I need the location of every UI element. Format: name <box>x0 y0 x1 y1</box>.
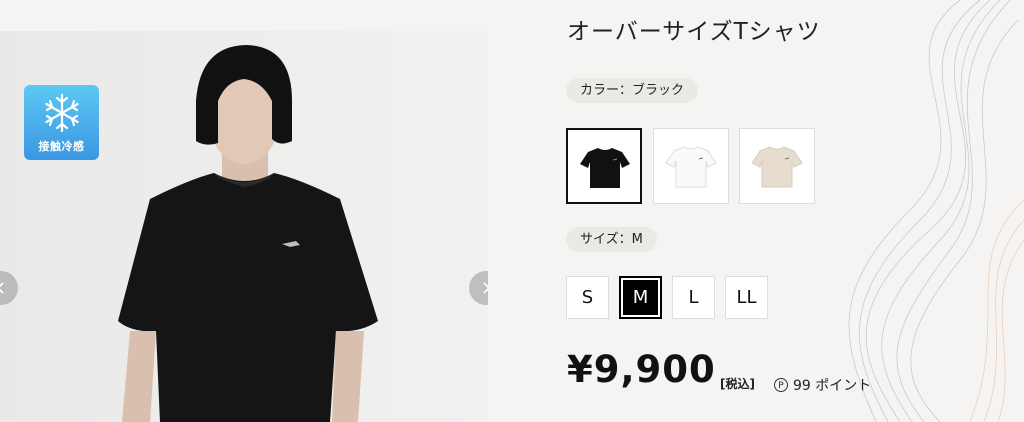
points-icon: P <box>774 378 788 392</box>
product-page: 接触冷感 オーバーサイズTシャツ カラー：ブラック サイズ：M S M L LL… <box>0 0 1024 422</box>
size-option-s[interactable]: S <box>566 276 609 319</box>
cool-touch-label: 接触冷感 <box>38 140 85 153</box>
chevron-right-icon <box>483 282 488 294</box>
size-option-m[interactable]: M <box>619 276 662 319</box>
decorative-waves <box>848 0 1024 422</box>
color-swatch-black[interactable] <box>566 128 642 204</box>
size-option-l[interactable]: L <box>672 276 715 319</box>
color-swatch-white[interactable] <box>653 128 729 204</box>
selected-size-label: サイズ：M <box>566 227 657 252</box>
reward-points: P 99 ポイント <box>774 375 871 395</box>
selected-color-label: カラー：ブラック <box>566 78 699 103</box>
reward-points-text: 99 ポイント <box>793 378 872 394</box>
tax-included-label: [税込] <box>720 377 755 391</box>
snowflake-icon <box>45 93 79 133</box>
product-price: ¥9,900 <box>567 348 716 391</box>
tshirt-beige-thumbnail <box>751 146 803 188</box>
size-option-ll[interactable]: LL <box>725 276 768 319</box>
tshirt-white-thumbnail <box>665 146 717 188</box>
product-image-gallery[interactable]: 接触冷感 <box>0 31 488 422</box>
product-title: オーバーサイズTシャツ <box>567 19 821 45</box>
cool-touch-badge: 接触冷感 <box>24 85 99 160</box>
chevron-left-icon <box>0 282 4 294</box>
color-swatch-beige[interactable] <box>739 128 815 204</box>
tshirt-black-thumbnail <box>580 148 630 188</box>
